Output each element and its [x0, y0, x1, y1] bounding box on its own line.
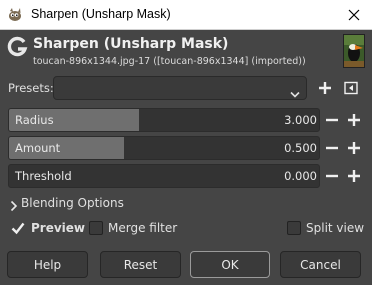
- split-view-checkbox[interactable]: [287, 221, 301, 235]
- cancel-button[interactable]: Cancel: [280, 251, 361, 278]
- merge-filter-checkbox[interactable]: [89, 221, 103, 235]
- plus-icon: [348, 142, 360, 154]
- plus-icon: [348, 170, 360, 182]
- plus-icon: [319, 82, 331, 94]
- amount-decrease-button[interactable]: [323, 139, 341, 157]
- minus-icon: [326, 118, 338, 122]
- plugin-subtitle: toucan-896x1344.jpg-17 ([toucan-896x1344…: [33, 56, 306, 67]
- merge-filter-label[interactable]: Merge filter: [108, 221, 177, 235]
- presets-label: Presets:: [8, 81, 54, 95]
- window-titlebar: Sharpen (Unsharp Mask): [0, 0, 372, 30]
- amount-slider[interactable]: Amount 0.500: [8, 136, 320, 160]
- presets-dropdown[interactable]: [53, 76, 307, 100]
- plus-icon: [348, 114, 360, 126]
- minus-icon: [326, 174, 338, 178]
- gegl-g-icon: [7, 36, 29, 58]
- amount-value: 0.500: [284, 141, 317, 155]
- threshold-slider[interactable]: Threshold 0.000: [8, 164, 320, 188]
- window-title: Sharpen (Unsharp Mask): [31, 7, 171, 21]
- threshold-increase-button[interactable]: [345, 167, 363, 185]
- help-button[interactable]: Help: [7, 251, 88, 278]
- presets-menu-button[interactable]: [342, 79, 360, 97]
- amount-increase-button[interactable]: [345, 139, 363, 157]
- plugin-title: Sharpen (Unsharp Mask): [33, 36, 229, 52]
- minus-icon: [326, 146, 338, 150]
- radius-slider[interactable]: Radius 3.000: [8, 108, 320, 132]
- radius-decrease-button[interactable]: [323, 111, 341, 129]
- radius-value: 3.000: [284, 113, 317, 127]
- collapse-left-icon: [344, 81, 358, 95]
- toucan-thumbnail: [343, 34, 365, 68]
- radius-label: Radius: [15, 113, 54, 127]
- close-icon: [348, 9, 360, 21]
- chevron-down-icon: [290, 84, 300, 103]
- close-button[interactable]: [336, 0, 372, 30]
- preview-checkbox[interactable]: [11, 221, 25, 235]
- threshold-label: Threshold: [15, 169, 72, 183]
- split-view-label[interactable]: Split view: [306, 221, 364, 235]
- radius-increase-button[interactable]: [345, 111, 363, 129]
- ok-button[interactable]: OK: [190, 251, 270, 278]
- add-preset-button[interactable]: [316, 79, 334, 97]
- blending-options-expander[interactable]: Blending Options: [21, 196, 124, 210]
- gimp-wilber-icon: [7, 7, 23, 23]
- preview-label[interactable]: Preview: [31, 221, 85, 235]
- checkmark-icon: [11, 222, 25, 235]
- reset-button[interactable]: Reset: [100, 251, 181, 278]
- threshold-value: 0.000: [284, 169, 317, 183]
- chevron-right-icon[interactable]: [10, 197, 18, 216]
- threshold-decrease-button[interactable]: [323, 167, 341, 185]
- amount-label: Amount: [15, 141, 61, 155]
